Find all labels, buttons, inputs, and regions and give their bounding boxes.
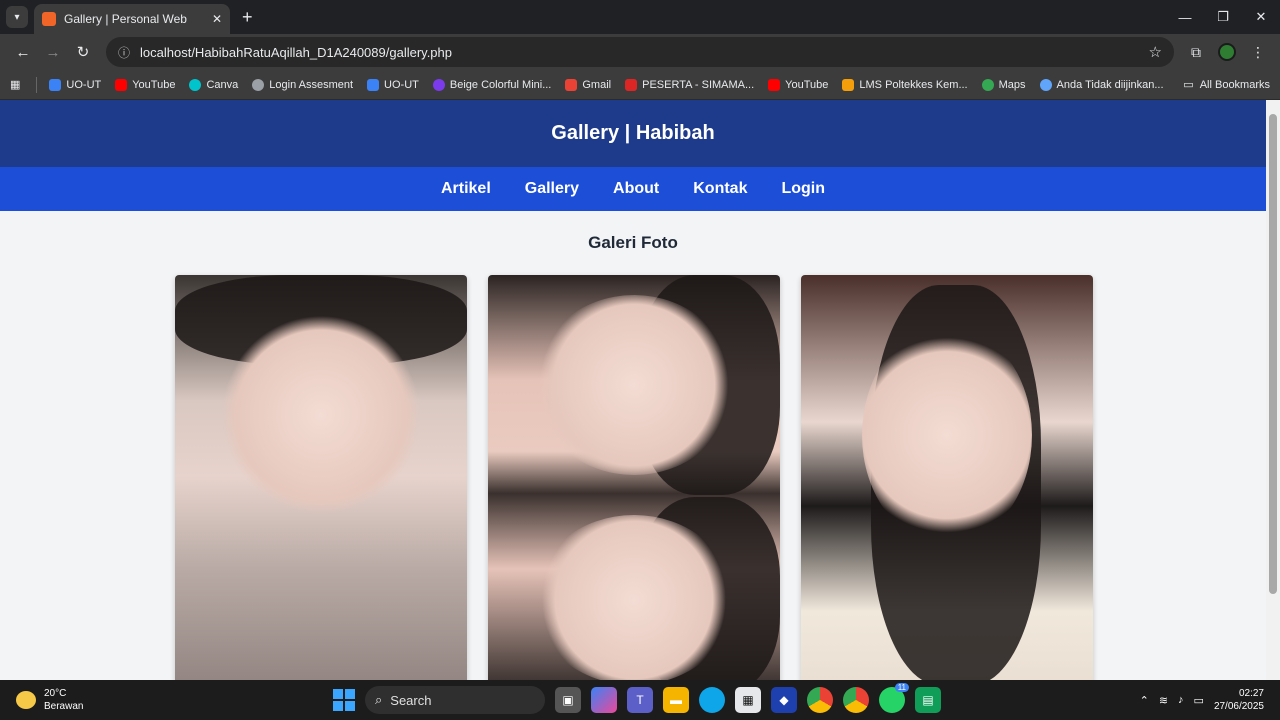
chrome-icon[interactable] [807,687,833,713]
bookmarks-bar: ▦ UO-UT YouTube Canva Login Assesment UO… [0,70,1280,100]
sheets-icon[interactable]: ▤ [915,687,941,713]
window-controls: — ❐ ✕ [1166,0,1280,34]
bookmark-item[interactable]: Gmail [565,78,611,91]
whatsapp-icon[interactable]: 11 [879,683,909,713]
new-tab-button[interactable]: + [242,7,253,28]
taskbar: 20°C Berawan ⌕ Search ▣ T ▬ ▦ ◆ 11 ▤ ⌃ ≋… [0,680,1280,720]
bookmark-item[interactable]: Maps [981,78,1026,91]
shield-app-icon[interactable]: ◆ [771,687,797,713]
bookmark-item[interactable]: UO-UT [367,78,419,91]
folder-icon: ▭ [1183,79,1194,91]
cloudy-weather-icon [16,691,36,709]
photo-face-shape [534,515,734,680]
address-bar[interactable]: ⓘ localhost/HabibahRatuAqillah_D1A240089… [106,37,1174,67]
bookmark-item[interactable]: UO-UT [49,78,101,91]
photo-face-shape [221,315,421,515]
weather-temp: 20°C [44,688,67,699]
nav-artikel[interactable]: Artikel [441,180,491,198]
bookmark-star-icon[interactable]: ☆ [1149,43,1162,61]
tab-strip: ▾ Gallery | Personal Web ✕ + — ❐ ✕ [0,0,1280,34]
bookmarks-divider [36,76,38,93]
clock[interactable]: 02:27 27/06/2025 [1214,687,1264,713]
scrollbar-thumb[interactable] [1269,114,1277,594]
site-header: Gallery | Habibah [0,100,1266,167]
nav-gallery[interactable]: Gallery [525,180,579,198]
youtube-icon [768,78,781,91]
bookmark-item[interactable]: PESERTA - SIMAMA... [625,78,754,91]
gallery-title: Galeri Foto [588,233,678,252]
tab-search-button[interactable]: ▾ [6,6,28,28]
portrait-photo-1[interactable] [175,275,467,680]
url-text[interactable]: localhost/HabibahRatuAqillah_D1A240089/g… [140,45,1149,60]
tab-title: Gallery | Personal Web [64,12,187,26]
xampp-favicon-icon [42,12,56,26]
task-view-icon[interactable]: ▣ [555,687,581,713]
reload-icon[interactable]: ↻ [68,37,98,67]
nav-kontak[interactable]: Kontak [693,180,747,198]
bookmark-item[interactable]: YouTube [115,78,175,91]
site-info-icon[interactable]: ⓘ [118,44,130,61]
browser-tab[interactable]: Gallery | Personal Web ✕ [34,4,230,34]
globe-icon [252,78,265,91]
profile-avatar[interactable] [1218,43,1236,61]
extensions-icon[interactable]: ⧉ [1182,38,1210,66]
battery-icon[interactable]: ▭ [1194,694,1204,707]
bookmark-favicon-icon [49,78,62,91]
portrait-photo-2[interactable] [488,275,780,680]
bookmark-item[interactable]: Beige Colorful Mini... [432,78,551,91]
bookmark-item[interactable]: Login Assesment [252,78,353,91]
nav-about[interactable]: About [613,180,659,198]
youtube-icon [115,78,128,91]
tab-close-icon[interactable]: ✕ [212,12,222,26]
bookmark-item[interactable]: Anda Tidak diijinkan... [1039,78,1164,91]
page-scrollbar[interactable] [1266,100,1280,680]
site-title: Gallery | Habibah [551,122,715,144]
whatsapp-badge: 11 [894,683,909,692]
chrome-profile-icon[interactable] [843,687,869,713]
start-icon[interactable] [333,689,355,711]
volume-icon[interactable]: ♪ [1178,694,1184,706]
copilot-icon[interactable] [591,687,617,713]
canva-icon [432,78,445,91]
bookmark-favicon-icon [1039,78,1052,91]
back-icon[interactable]: ← [8,37,38,67]
edge-icon[interactable] [699,687,725,713]
apps-icon[interactable]: ▦ [10,78,20,91]
chevron-up-icon[interactable]: ⌃ [1140,694,1149,707]
photo-face-shape [534,295,734,475]
maximize-icon[interactable]: ❐ [1204,0,1242,34]
teams-icon[interactable]: T [627,687,653,713]
close-window-icon[interactable]: ✕ [1242,0,1280,34]
page-viewport: Gallery | Habibah Artikel Gallery About … [0,100,1280,680]
bookmark-item[interactable]: LMS Poltekkes Kem... [842,78,968,91]
weather-desc: Berawan [44,701,84,712]
menu-icon[interactable]: ⋮ [1244,38,1272,66]
portrait-photo-3[interactable] [801,275,1093,680]
canva-icon [189,78,202,91]
all-bookmarks-button[interactable]: ▭ All Bookmarks [1183,78,1270,92]
photo-face-shape [862,325,1032,545]
nav-login[interactable]: Login [781,180,825,198]
site-nav: Artikel Gallery About Kontak Login [0,167,1266,211]
store-icon[interactable]: ▦ [735,687,761,713]
bookmark-favicon-icon [625,78,638,91]
search-icon: ⌕ [375,692,383,707]
gmail-icon [565,78,578,91]
minimize-icon[interactable]: — [1166,0,1204,34]
browser-toolbar: ← → ↻ ⓘ localhost/HabibahRatuAqillah_D1A… [0,34,1280,70]
maps-icon [981,78,994,91]
wifi-icon[interactable]: ≋ [1159,694,1168,707]
weather-widget[interactable]: 20°C Berawan [16,687,83,713]
taskbar-search[interactable]: ⌕ Search [365,686,545,714]
photo-grid [175,275,1093,680]
forward-icon[interactable]: → [38,37,68,67]
bookmark-favicon-icon [367,78,380,91]
bookmark-item[interactable]: Canva [189,78,238,91]
bookmark-favicon-icon [842,78,855,91]
file-explorer-icon[interactable]: ▬ [663,687,689,713]
bookmark-item[interactable]: YouTube [768,78,828,91]
